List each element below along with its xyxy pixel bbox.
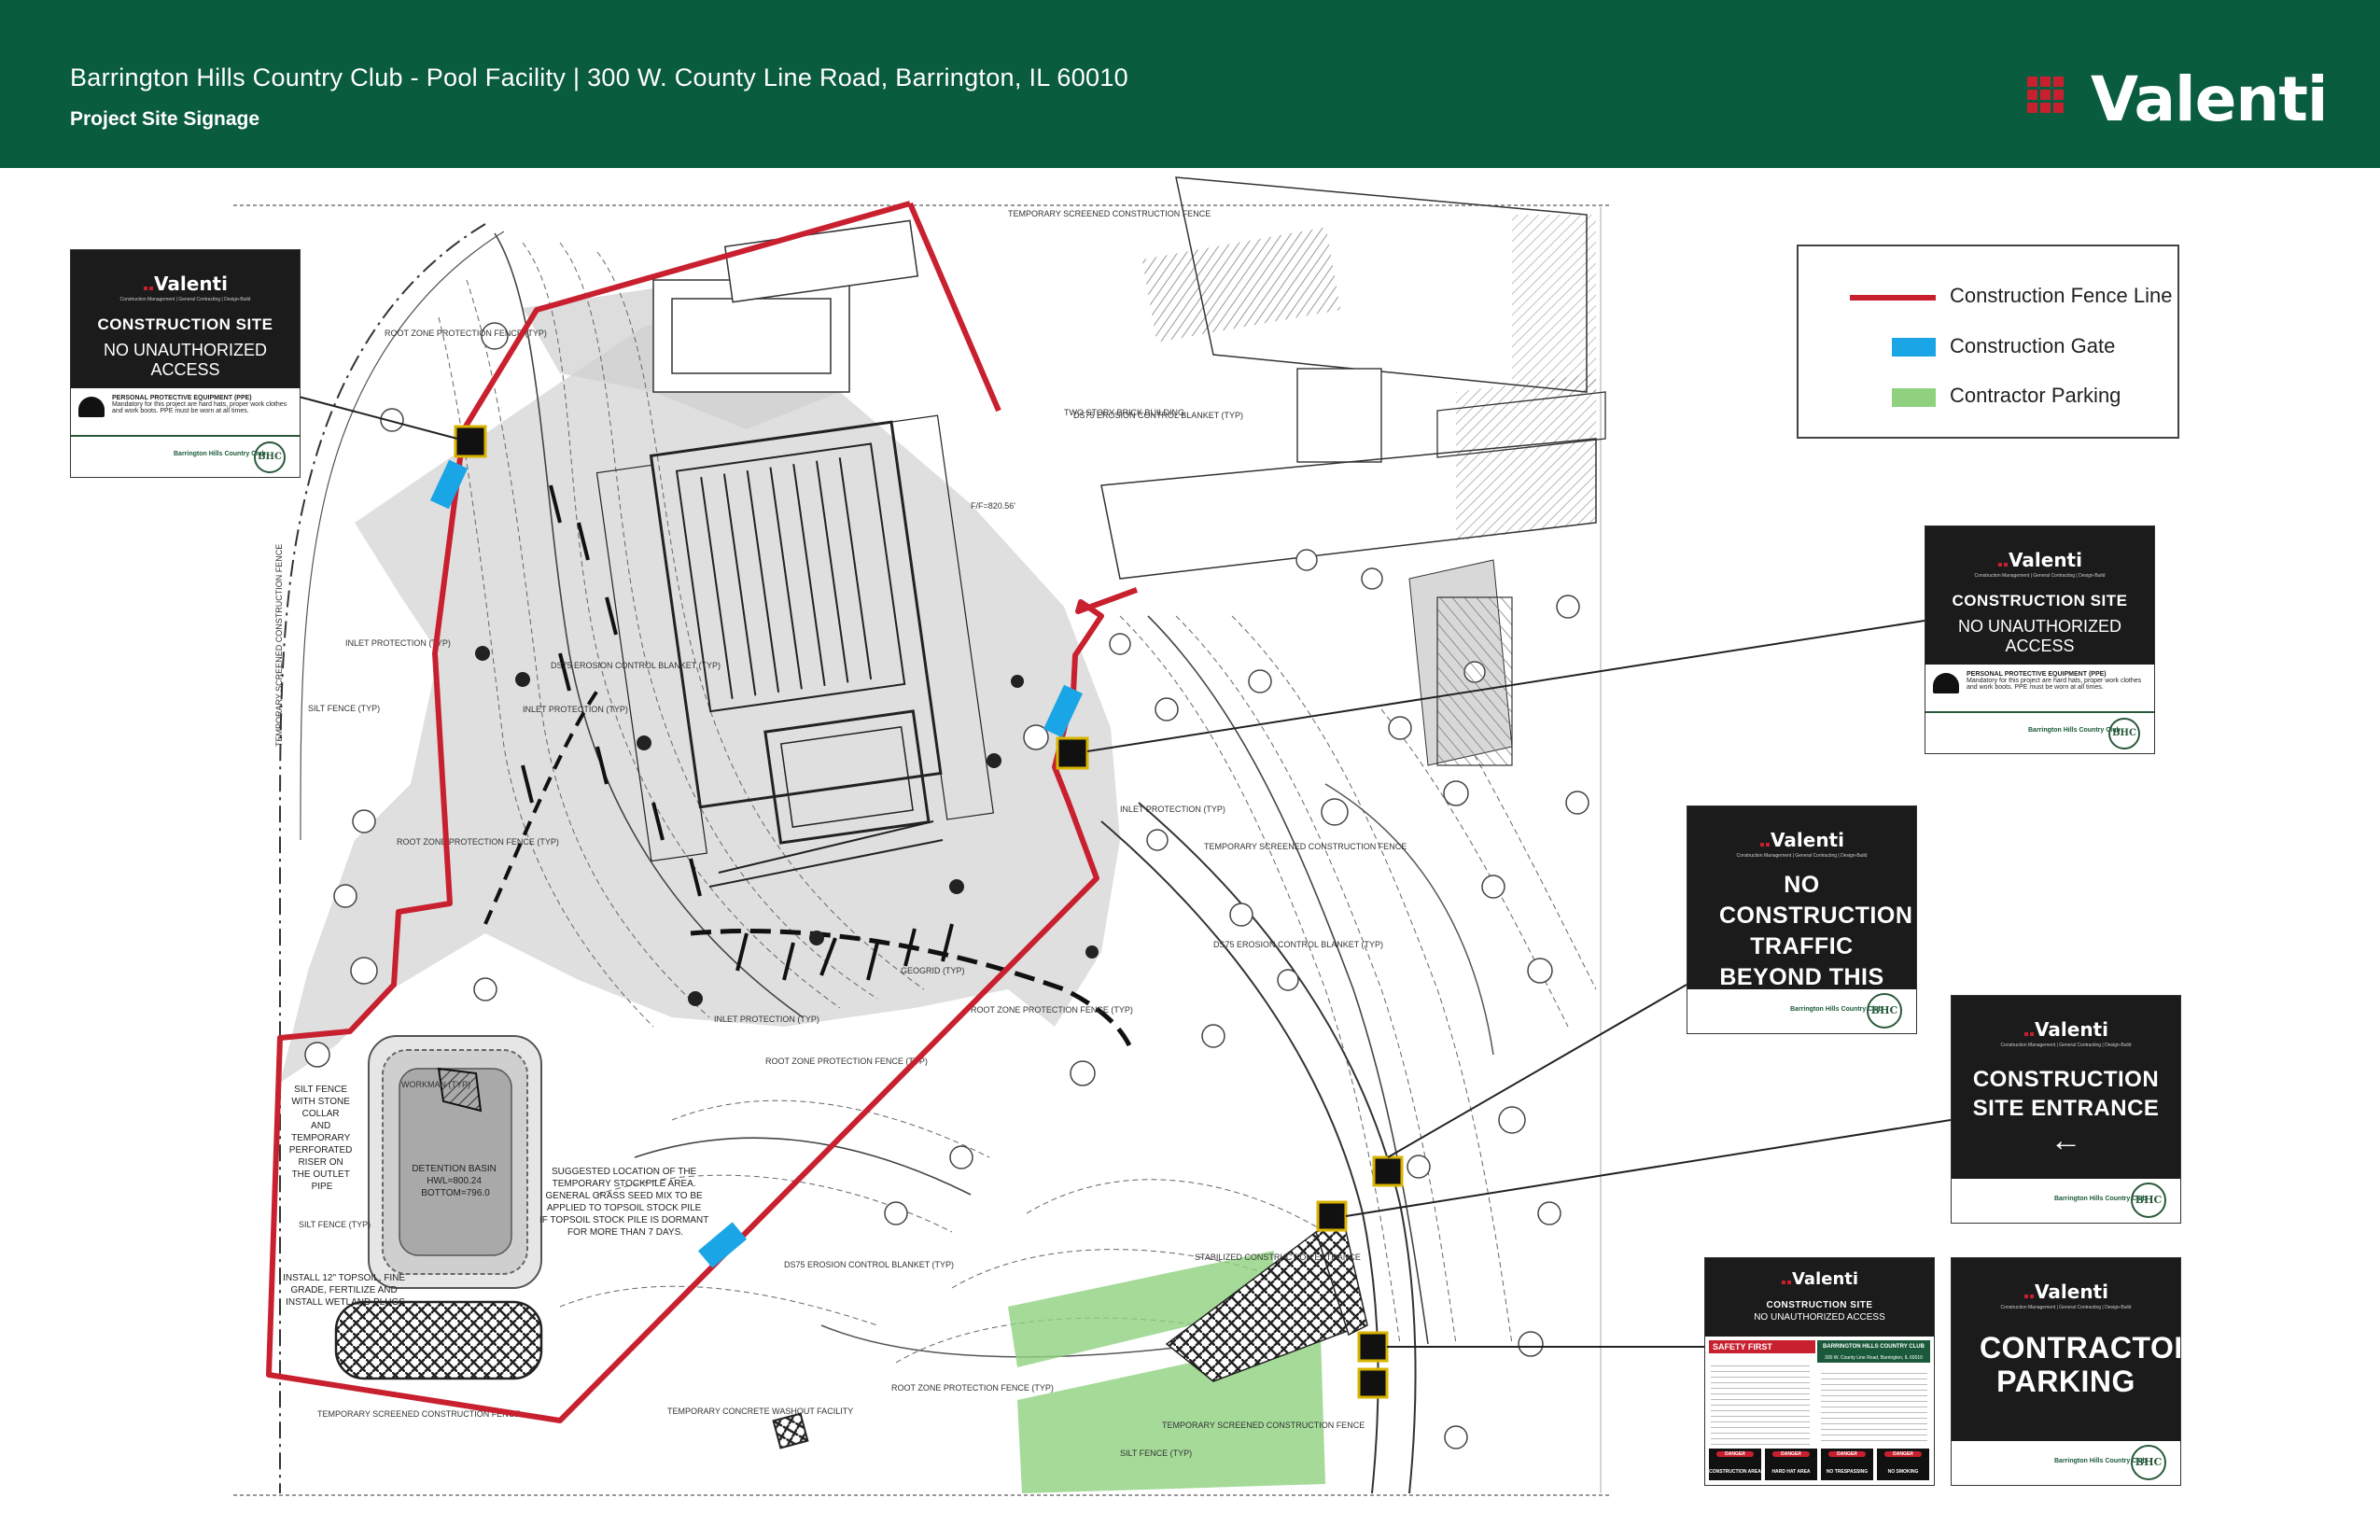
label-inlet-4: INLET PROTECTION (TYP) bbox=[714, 1015, 819, 1024]
sign-line2: NO UNAUTHORIZED ACCESS bbox=[1958, 617, 2121, 655]
club-seal-icon: BHC bbox=[2131, 1445, 2166, 1480]
danger-label: DANGER bbox=[1828, 1451, 1866, 1457]
hard-hat-icon bbox=[1933, 673, 1959, 693]
label-washout: TEMPORARY CONCRETE WASHOUT FACILITY bbox=[667, 1407, 853, 1416]
sign-line2: NO UNAUTHORIZED ACCESS bbox=[104, 341, 267, 379]
label-erosion-mid: DS75 EROSION CONTROL BLANKET (TYP) bbox=[551, 661, 721, 670]
sign-logo: Valenti bbox=[1952, 1258, 2180, 1303]
info-line1: CONSTRUCTION SITE bbox=[1766, 1300, 1873, 1310]
club-seal-icon: BHC bbox=[2131, 1183, 2166, 1218]
label-root-zone-4: ROOT ZONE PROTECTION FENCE (TYP) bbox=[765, 1057, 928, 1066]
label-silt-fence-1: SILT FENCE (TYP) bbox=[308, 704, 380, 713]
danger-hard-hat: HARD HAT AREA bbox=[1771, 1469, 1811, 1475]
legend-line-swatch bbox=[1850, 295, 1936, 301]
label-temp-fence-vertical: TEMPORARY SCREENED CONSTRUCTION FENCE bbox=[274, 544, 284, 747]
parking-text: CONTRACTOR PARKING bbox=[1980, 1331, 2181, 1398]
sign-info-board: Valenti CONSTRUCTION SITE NO UNAUTHORIZE… bbox=[1704, 1257, 1935, 1486]
sign-construction-site-right: Valenti Construction Management | Genera… bbox=[1925, 525, 2155, 754]
label-silt-fence-3: SILT FENCE (TYP) bbox=[1120, 1449, 1192, 1458]
ppe-title: PERSONAL PROTECTIVE EQUIPMENT (PPE) bbox=[1967, 671, 2107, 678]
sign-construction-entrance: Valenti Construction Management | Genera… bbox=[1951, 995, 2181, 1224]
sign-logo-tagline: Construction Management | General Contra… bbox=[2000, 1305, 2132, 1310]
sign-logo-tagline: Construction Management | General Contra… bbox=[2000, 1043, 2132, 1048]
label-erosion-right: DS75 EROSION CONTROL BLANKET (TYP) bbox=[1213, 940, 1383, 949]
map-legend: Construction Fence Line Construction Gat… bbox=[1797, 245, 2179, 439]
sign-logo-tagline: Construction Management | General Contra… bbox=[119, 297, 251, 302]
sign-logo: Valenti bbox=[1925, 526, 2154, 571]
label-stabilized: STABILIZED CONSTRUCTION ENTRANCE bbox=[1195, 1253, 1361, 1262]
danger-construction-area: CONSTRUCTION AREA bbox=[1709, 1469, 1761, 1475]
legend-label-parking: Contractor Parking bbox=[1950, 384, 2121, 407]
legend-gate-swatch bbox=[1892, 338, 1936, 357]
label-erosion-top: DS75 EROSION CONTROL BLANKET (TYP) bbox=[1073, 411, 1243, 420]
sign-line1: CONSTRUCTION SITE bbox=[97, 315, 273, 333]
sign-line1: CONSTRUCTION SITE bbox=[1952, 592, 2128, 609]
ppe-text: Mandatory for this project are hard hats… bbox=[112, 401, 287, 414]
entrance-text: CONSTRUCTION SITE ENTRANCE bbox=[1972, 1067, 2160, 1121]
info-safety-first: SAFETY FIRST bbox=[1709, 1340, 1815, 1353]
danger-label: DANGER bbox=[1772, 1451, 1810, 1457]
label-root-zone-2: ROOT ZONE PROTECTION FENCE (TYP) bbox=[397, 837, 559, 847]
sign-logo: Valenti bbox=[1952, 996, 2180, 1041]
label-silt-collar: SILT FENCE WITH STONE COLLAR AND TEMPORA… bbox=[289, 1085, 355, 1192]
danger-no-trespassing: NO TRESPASSING bbox=[1826, 1469, 1869, 1475]
sign-contractor-parking: Valenti Construction Management | Genera… bbox=[1951, 1257, 2181, 1486]
danger-label: DANGER bbox=[1884, 1451, 1922, 1457]
sign-logo-tagline: Construction Management | General Contra… bbox=[1974, 573, 2106, 579]
club-seal-icon: BHC bbox=[1867, 993, 1902, 1029]
ppe-title: PERSONAL PROTECTIVE EQUIPMENT (PPE) bbox=[112, 395, 252, 401]
legend-parking-swatch bbox=[1892, 388, 1936, 407]
club-seal-icon: BHC bbox=[2108, 718, 2140, 749]
label-stockpile: SUGGESTED LOCATION OF THE TEMPORARY STOC… bbox=[539, 1167, 711, 1238]
legend-label-fence: Construction Fence Line bbox=[1950, 284, 2173, 307]
label-inlet-2: INLET PROTECTION (TYP) bbox=[523, 705, 628, 714]
label-silt-fence-2: SILT FENCE (TYP) bbox=[299, 1220, 371, 1229]
sign-logo: Valenti bbox=[71, 250, 300, 295]
ppe-text: Mandatory for this project are hard hats… bbox=[1967, 678, 2142, 691]
no-traffic-text: NO CONSTRUCTION TRAFFIC BEYOND THIS POIN… bbox=[1719, 872, 1913, 1021]
legend-label-gate: Construction Gate bbox=[1950, 334, 2116, 357]
sign-construction-site-left: Valenti Construction Management | Genera… bbox=[70, 249, 301, 478]
label-erosion-low: DS75 EROSION CONTROL BLANKET (TYP) bbox=[784, 1260, 954, 1269]
sign-logo: Valenti bbox=[1687, 806, 1916, 851]
sign-logo-tagline: Construction Management | General Contra… bbox=[1736, 853, 1868, 859]
label-workman: WORKMAN (TYP) bbox=[401, 1080, 470, 1089]
sign-club-name: Barrington Hills Country Club bbox=[2028, 727, 2121, 734]
arrow-left-icon: ← bbox=[2050, 1123, 2082, 1158]
label-wetland: INSTALL 12" TOPSOIL, FINE GRADE, FERTILI… bbox=[283, 1273, 408, 1308]
info-club-block: BARRINGTON HILLS COUNTRY CLUB bbox=[1817, 1340, 1930, 1353]
danger-signs: DANGER CONSTRUCTION AREA DANGER HARD HAT… bbox=[1709, 1449, 1930, 1480]
label-fire-elev: F/F=820.56' bbox=[971, 501, 1015, 511]
label-temp-fence-top: TEMPORARY SCREENED CONSTRUCTION FENCE bbox=[1008, 209, 1211, 218]
danger-no-smoking: NO SMOKING bbox=[1887, 1469, 1919, 1475]
danger-label: DANGER bbox=[1716, 1451, 1754, 1457]
sign-logo: Valenti bbox=[1705, 1258, 1934, 1289]
label-geogrid: GEOGRID (TYP) bbox=[901, 966, 965, 975]
hard-hat-icon bbox=[78, 397, 105, 417]
label-temp-fence-low: TEMPORARY SCREENED CONSTRUCTION FENCE bbox=[1162, 1421, 1365, 1430]
sign-club-name: Barrington Hills Country Club bbox=[174, 451, 266, 457]
club-seal-icon: BHC bbox=[254, 441, 286, 473]
label-temp-fence-mid: TEMPORARY SCREENED CONSTRUCTION FENCE bbox=[1204, 842, 1407, 851]
info-line2: NO UNAUTHORIZED ACCESS bbox=[1754, 1312, 1885, 1323]
label-root-zone-3: ROOT ZONE PROTECTION FENCE (TYP) bbox=[971, 1005, 1133, 1015]
label-root-zone-5: ROOT ZONE PROTECTION FENCE (TYP) bbox=[891, 1383, 1054, 1393]
label-inlet-3: INLET PROTECTION (TYP) bbox=[1120, 805, 1225, 814]
info-address: 300 W. County Line Road, Barrington, IL … bbox=[1817, 1353, 1930, 1363]
sign-no-construction-traffic: Valenti Construction Management | Genera… bbox=[1687, 805, 1917, 1034]
